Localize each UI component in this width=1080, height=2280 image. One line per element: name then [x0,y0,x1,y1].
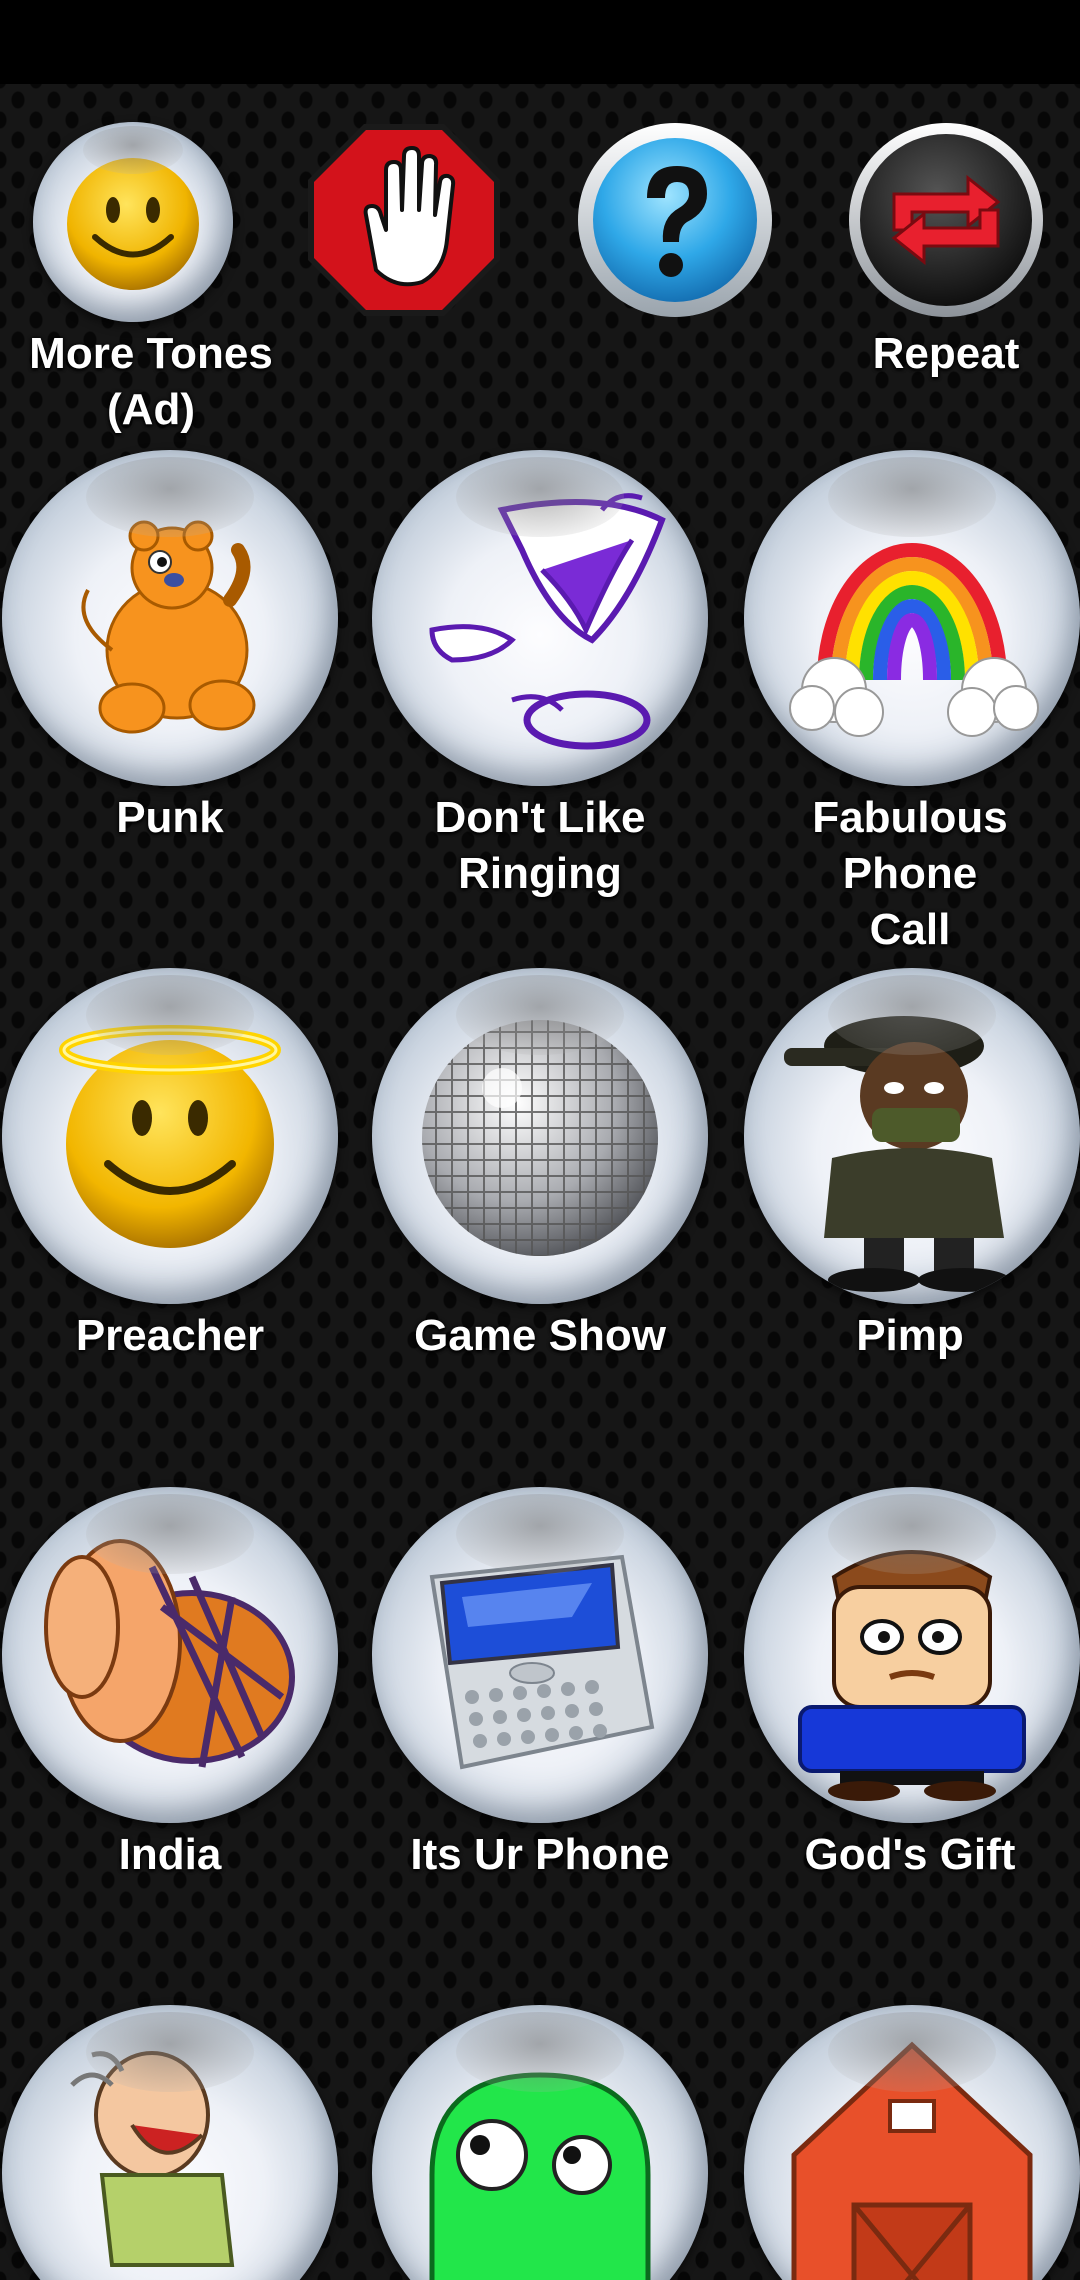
barn-icon [791,2041,1033,2280]
tone-board-screen: More Tones (Ad) Repeat Punk Don't Like R… [0,0,1080,2280]
cartoon-guy-icon [798,1550,1026,1801]
tone-label: Pimp [856,1311,964,1360]
smartphone-icon [429,1554,655,1770]
laughing-man-icon [70,2051,235,2267]
repeat-button[interactable] [846,120,1046,320]
rapper-character-icon [784,1016,1010,1292]
repeat-label: Repeat [872,329,1020,378]
tone-label: Game Show [414,1311,666,1360]
more-tones-button[interactable] [33,122,233,322]
tone-label: India [118,1830,222,1879]
tone-button-gods-gift[interactable] [744,1487,1080,1823]
tone-button-its-ur-phone[interactable] [372,1487,708,1823]
tone-button-fabulous-phone-call[interactable] [744,450,1080,786]
help-button[interactable] [575,120,775,320]
green-ghost-icon [429,2072,651,2280]
tone-button-punk[interactable] [2,450,338,786]
tone-label: God's Gift [804,1830,1016,1879]
drum-icon [44,1539,295,1768]
stop-button[interactable] [304,120,504,320]
stop-hand-icon [308,124,500,316]
smiley-icon [67,158,199,290]
tone-button-game-show[interactable] [372,968,708,1304]
rainbow-icon [789,543,1039,737]
repeat-icon [849,123,1043,317]
tone-label: Its Ur Phone [410,1830,670,1879]
tone-label: Fabulous Phone Call [812,793,1008,954]
angel-smiley-icon [59,1025,281,1248]
tone-label: Punk [116,793,224,842]
question-mark-icon [578,123,772,317]
tone-button-laughing-man[interactable] [2,2005,338,2280]
status-bar [0,0,1080,84]
tone-button-pimp[interactable] [744,968,1080,1304]
disco-ball-icon [422,1020,658,1256]
laughing-mouth-icon [429,493,666,750]
orange-bear-icon [81,520,256,734]
tone-label: Preacher [75,1311,265,1360]
tone-button-barn[interactable] [744,2005,1080,2280]
tone-button-ghost[interactable] [372,2005,708,2280]
more-tones-label: More Tones (Ad) [29,329,273,434]
tone-label: Don't Like Ringing [434,793,646,898]
tone-button-dont-like-ringing[interactable] [372,450,708,786]
tone-button-preacher[interactable] [2,968,338,1304]
tone-button-india[interactable] [2,1487,338,1823]
